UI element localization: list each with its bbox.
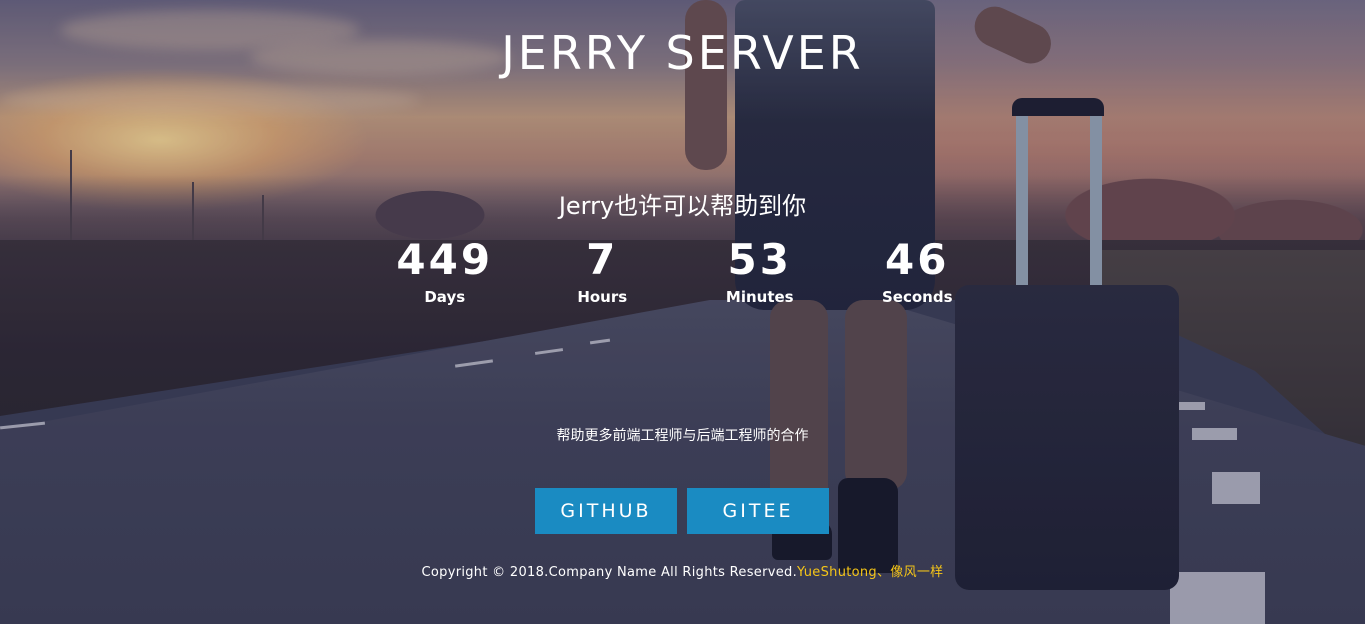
countdown-minutes: 53 Minutes — [681, 236, 839, 316]
hero-content: JERRY SERVER Jerry也许可以帮助到你 449 Days 7 Ho… — [0, 0, 1365, 624]
footer-author-link[interactable]: YueShutong、像风一样 — [797, 565, 943, 580]
countdown-seconds: 46 Seconds — [839, 236, 997, 316]
subtitle: 帮助更多前端工程师与后端工程师的合作 — [556, 428, 809, 444]
countdown-days: 449 Days — [366, 236, 524, 316]
countdown-days-value: 449 — [396, 235, 494, 284]
countdown-minutes-label: Minutes — [725, 288, 794, 306]
countdown-hours: 7 Hours — [524, 236, 682, 316]
countdown-hours-value: 7 — [586, 235, 619, 284]
site-title: JERRY SERVER — [501, 26, 864, 80]
gitee-button[interactable]: GITEE — [687, 488, 829, 534]
link-buttons: GITHUB GITEE — [535, 488, 835, 534]
countdown-minutes-value: 53 — [727, 235, 792, 284]
countdown-seconds-value: 46 — [885, 235, 950, 284]
footer: Copyright © 2018.Company Name All Rights… — [0, 561, 1365, 580]
countdown-seconds-label: Seconds — [881, 288, 953, 306]
tagline: Jerry也许可以帮助到你 — [558, 192, 807, 220]
footer-copyright: Copyright © 2018.Company Name All Rights… — [421, 565, 798, 580]
github-button[interactable]: GITHUB — [535, 488, 677, 534]
countdown-days-label: Days — [424, 288, 466, 306]
hero-section: JERRY SERVER Jerry也许可以帮助到你 449 Days 7 Ho… — [0, 0, 1365, 624]
countdown-timer: 449 Days 7 Hours 53 Minutes 46 Seconds — [366, 236, 996, 316]
countdown-hours-label: Hours — [577, 288, 628, 306]
